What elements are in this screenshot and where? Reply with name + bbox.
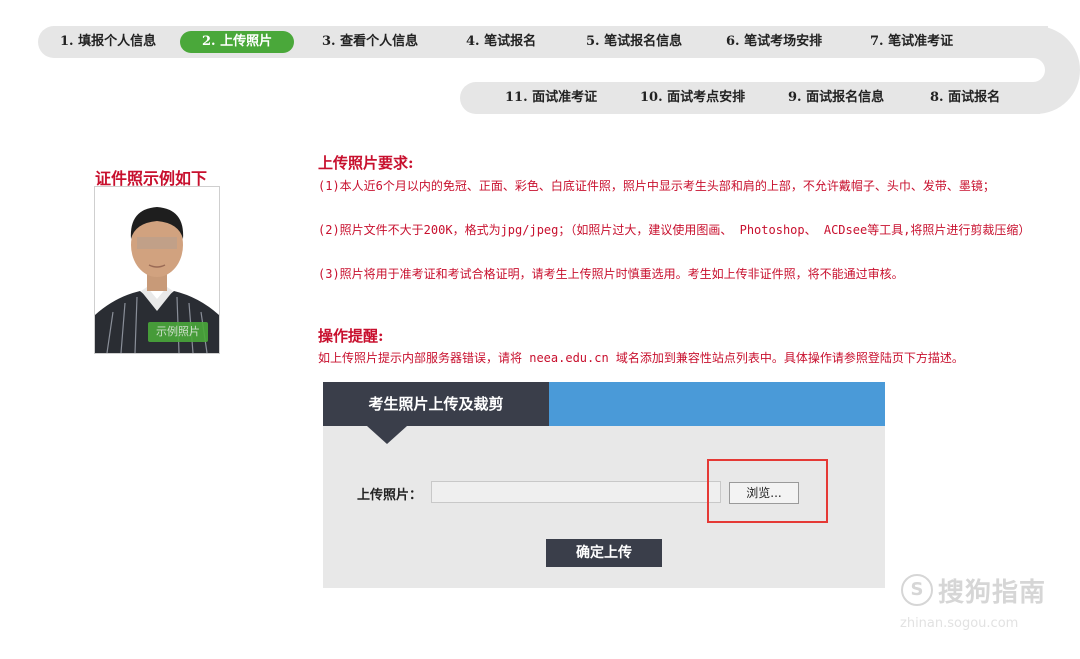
requirements-title: 上传照片要求: xyxy=(318,154,414,172)
watermark-url: zhinan.sogou.com xyxy=(900,616,1019,631)
step-upload-photo[interactable]: 2. 上传照片 xyxy=(180,31,295,53)
step-view-personal-info[interactable]: 3. 查看个人信息 xyxy=(322,26,418,58)
tips-text: 如上传照片提示内部服务器错误，请将 neea.edu.cn 域名添加到兼容性站点… xyxy=(318,351,964,365)
requirement-item-3: (3)照片将用于准考证和考试合格证明，请考生上传照片时慎重选用。考生如上传非证件… xyxy=(318,267,904,281)
step-interview-admission-ticket[interactable]: 11. 面试准考证 xyxy=(505,82,597,114)
upload-photo-label: 上传照片： xyxy=(357,488,423,503)
upload-panel: 考生照片上传及裁剪 上传照片： 浏览... 确定上传 xyxy=(323,382,885,588)
sogou-logo-icon: S xyxy=(901,574,933,606)
watermark-title: 搜狗指南 xyxy=(938,578,1047,608)
browse-highlight-box xyxy=(707,459,828,523)
step-written-registration[interactable]: 4. 笔试报名 xyxy=(466,26,536,58)
step-fill-personal-info[interactable]: 1. 填报个人信息 xyxy=(60,26,156,58)
step-written-registration-info[interactable]: 5. 笔试报名信息 xyxy=(586,26,682,58)
step-interview-location-arrangement[interactable]: 10. 面试考点安排 xyxy=(640,82,745,114)
tips-title: 操作提醒: xyxy=(318,327,384,345)
tab-pointer-icon xyxy=(367,426,407,444)
step-interview-registration-info[interactable]: 9. 面试报名信息 xyxy=(788,82,884,114)
requirement-item-2: (2)照片文件不大于200K，格式为jpg/jpeg；（如照片过大，建议使用图画… xyxy=(318,223,1031,237)
step-written-exam-arrangement[interactable]: 6. 笔试考场安排 xyxy=(726,26,822,58)
step-interview-registration[interactable]: 8. 面试报名 xyxy=(930,82,1000,114)
step-written-admission-ticket[interactable]: 7. 笔试准考证 xyxy=(870,26,953,58)
requirement-item-1: (1)本人近6个月以内的免冠、正面、彩色、白底证件照，照片中显示考生头部和肩的上… xyxy=(318,179,995,193)
confirm-upload-button[interactable]: 确定上传 xyxy=(546,539,662,567)
step-track-curve-gap xyxy=(985,58,1045,82)
file-path-input[interactable] xyxy=(431,481,721,503)
sample-photo-badge: 示例照片 xyxy=(148,322,208,342)
upload-panel-tab: 考生照片上传及裁剪 xyxy=(323,382,549,426)
